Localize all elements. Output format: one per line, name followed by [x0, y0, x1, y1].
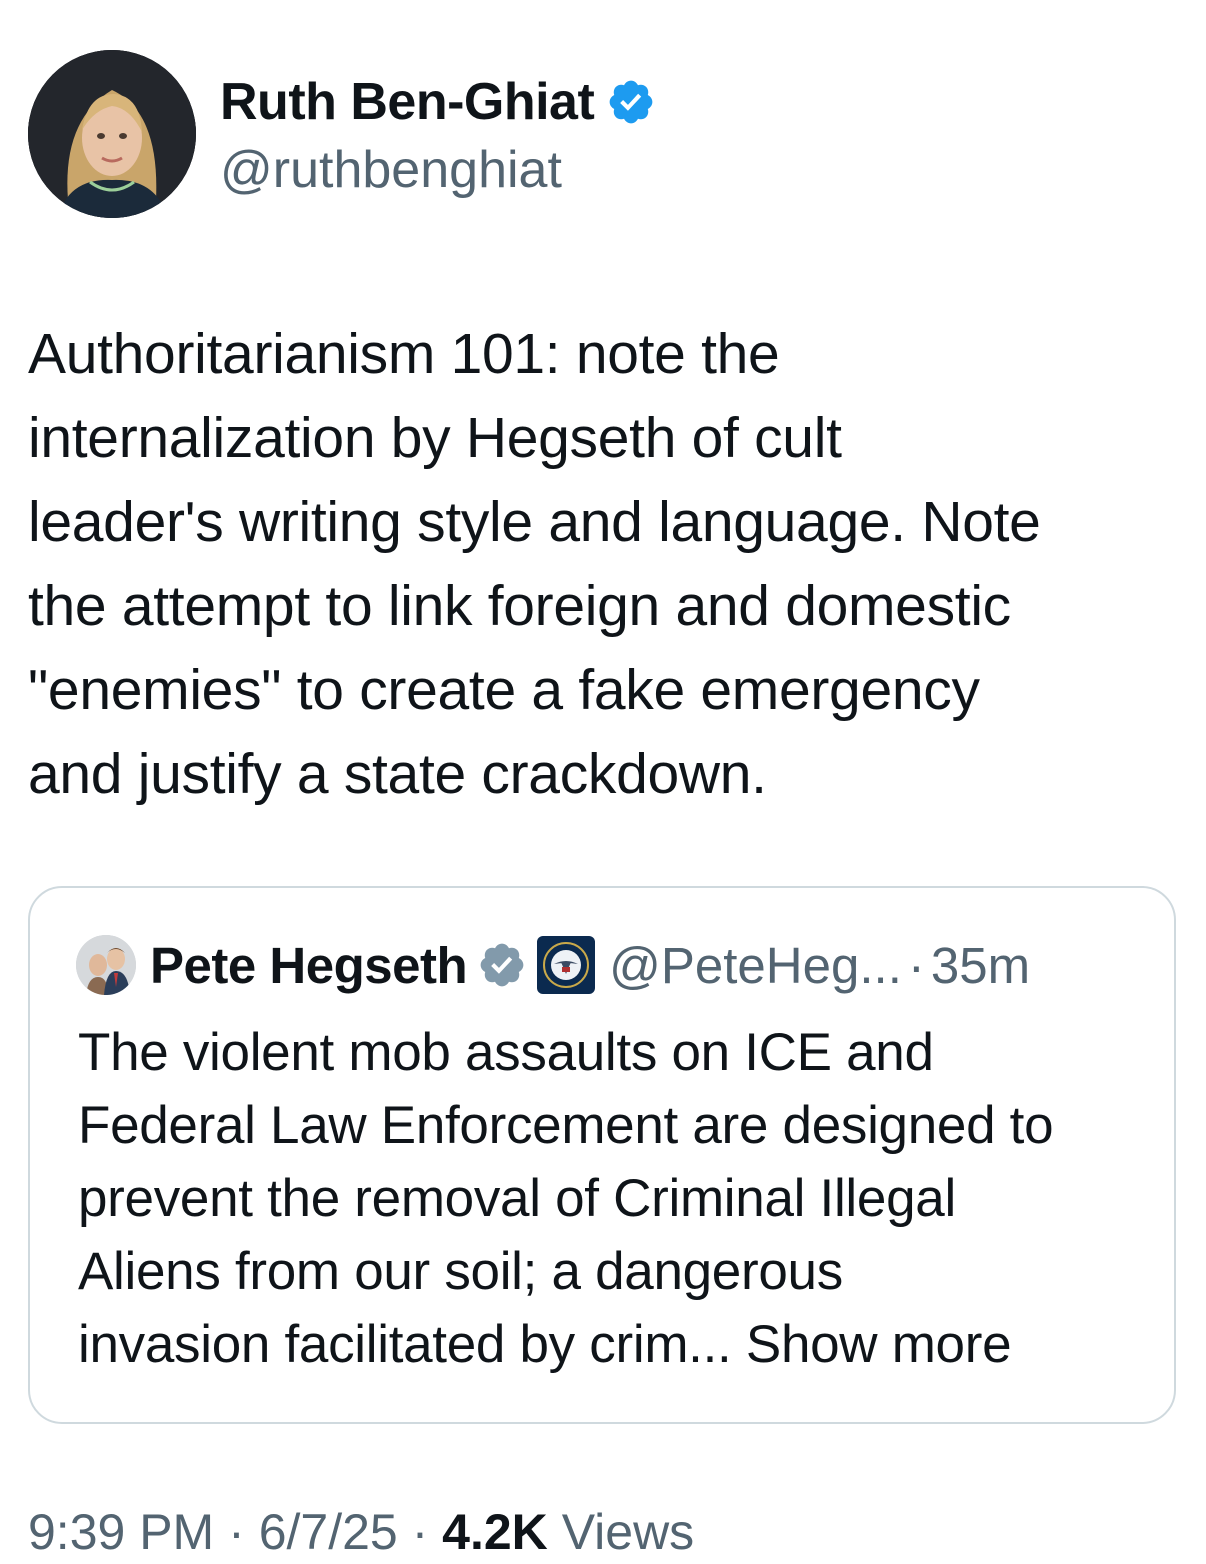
separator-dot: · [907, 936, 925, 994]
tweet-text-line: "enemies" to create a fake emergency [28, 658, 980, 722]
quoted-text-line: Federal Law Enforcement are designed to [78, 1096, 1054, 1155]
separator-dot: · [228, 1504, 245, 1560]
author-avatar[interactable] [28, 50, 196, 218]
quoted-text-line: prevent the removal of Criminal Illegal [78, 1169, 956, 1228]
tweet-text-line: internalization by Hegseth of cult [28, 406, 842, 470]
quoted-text-last-line: invasion facilitated by crim... [78, 1315, 732, 1374]
tweet-text-line: the attempt to link foreign and domestic [28, 574, 1011, 638]
tweet-text-line: and justify a state crackdown. [28, 742, 767, 806]
quoted-tweet-text: The violent mob assaults on ICE and Fede… [78, 1016, 1158, 1381]
tweet-date[interactable]: 6/7/25 [259, 1504, 398, 1560]
verified-badge-icon[interactable] [606, 77, 656, 127]
department-of-defense-seal-icon[interactable] [537, 936, 596, 994]
tweet-text: Authoritarianism 101: note the internali… [28, 312, 1178, 816]
gray-verified-badge-icon[interactable] [477, 940, 527, 990]
views-label: Views [561, 1504, 695, 1560]
quoted-author-avatar[interactable] [76, 935, 136, 995]
quoted-author-handle[interactable]: @PeteHeg... [609, 936, 902, 995]
tweet-text-line: Authoritarianism 101: note the [28, 322, 780, 386]
quoted-text-line: invasion facilitated by crim... Show mor… [78, 1308, 1158, 1381]
tweet-footer-meta: 9:39 PM · 6/7/25 · 4.2K Views [28, 1500, 694, 1564]
show-more-link[interactable]: Show more [746, 1315, 1012, 1374]
quoted-author-display-name[interactable]: Pete Hegseth [150, 936, 468, 995]
tweet-time[interactable]: 9:39 PM [28, 1504, 214, 1560]
quoted-text-line: The violent mob assaults on ICE and [78, 1023, 934, 1082]
author-handle[interactable]: @ruthbenghiat [220, 138, 562, 202]
tweet-text-line: leader's writing style and language. Not… [28, 490, 1041, 554]
quoted-tweet-card[interactable]: Pete Hegseth @PeteHeg... · 35m The viole… [28, 886, 1176, 1424]
quoted-tweet-time[interactable]: 35m [931, 936, 1030, 995]
quoted-tweet-header: Pete Hegseth @PeteHeg... · 35m [76, 932, 1030, 998]
quoted-text-line: Aliens from our soil; a dangerous [78, 1242, 843, 1301]
views-count[interactable]: 4.2K [442, 1504, 548, 1560]
author-display-name[interactable]: Ruth Ben-Ghiat [220, 70, 595, 134]
separator-dot: · [411, 1504, 429, 1560]
tweet-header: Ruth Ben-Ghiat @ruthbenghiat [28, 50, 1178, 220]
